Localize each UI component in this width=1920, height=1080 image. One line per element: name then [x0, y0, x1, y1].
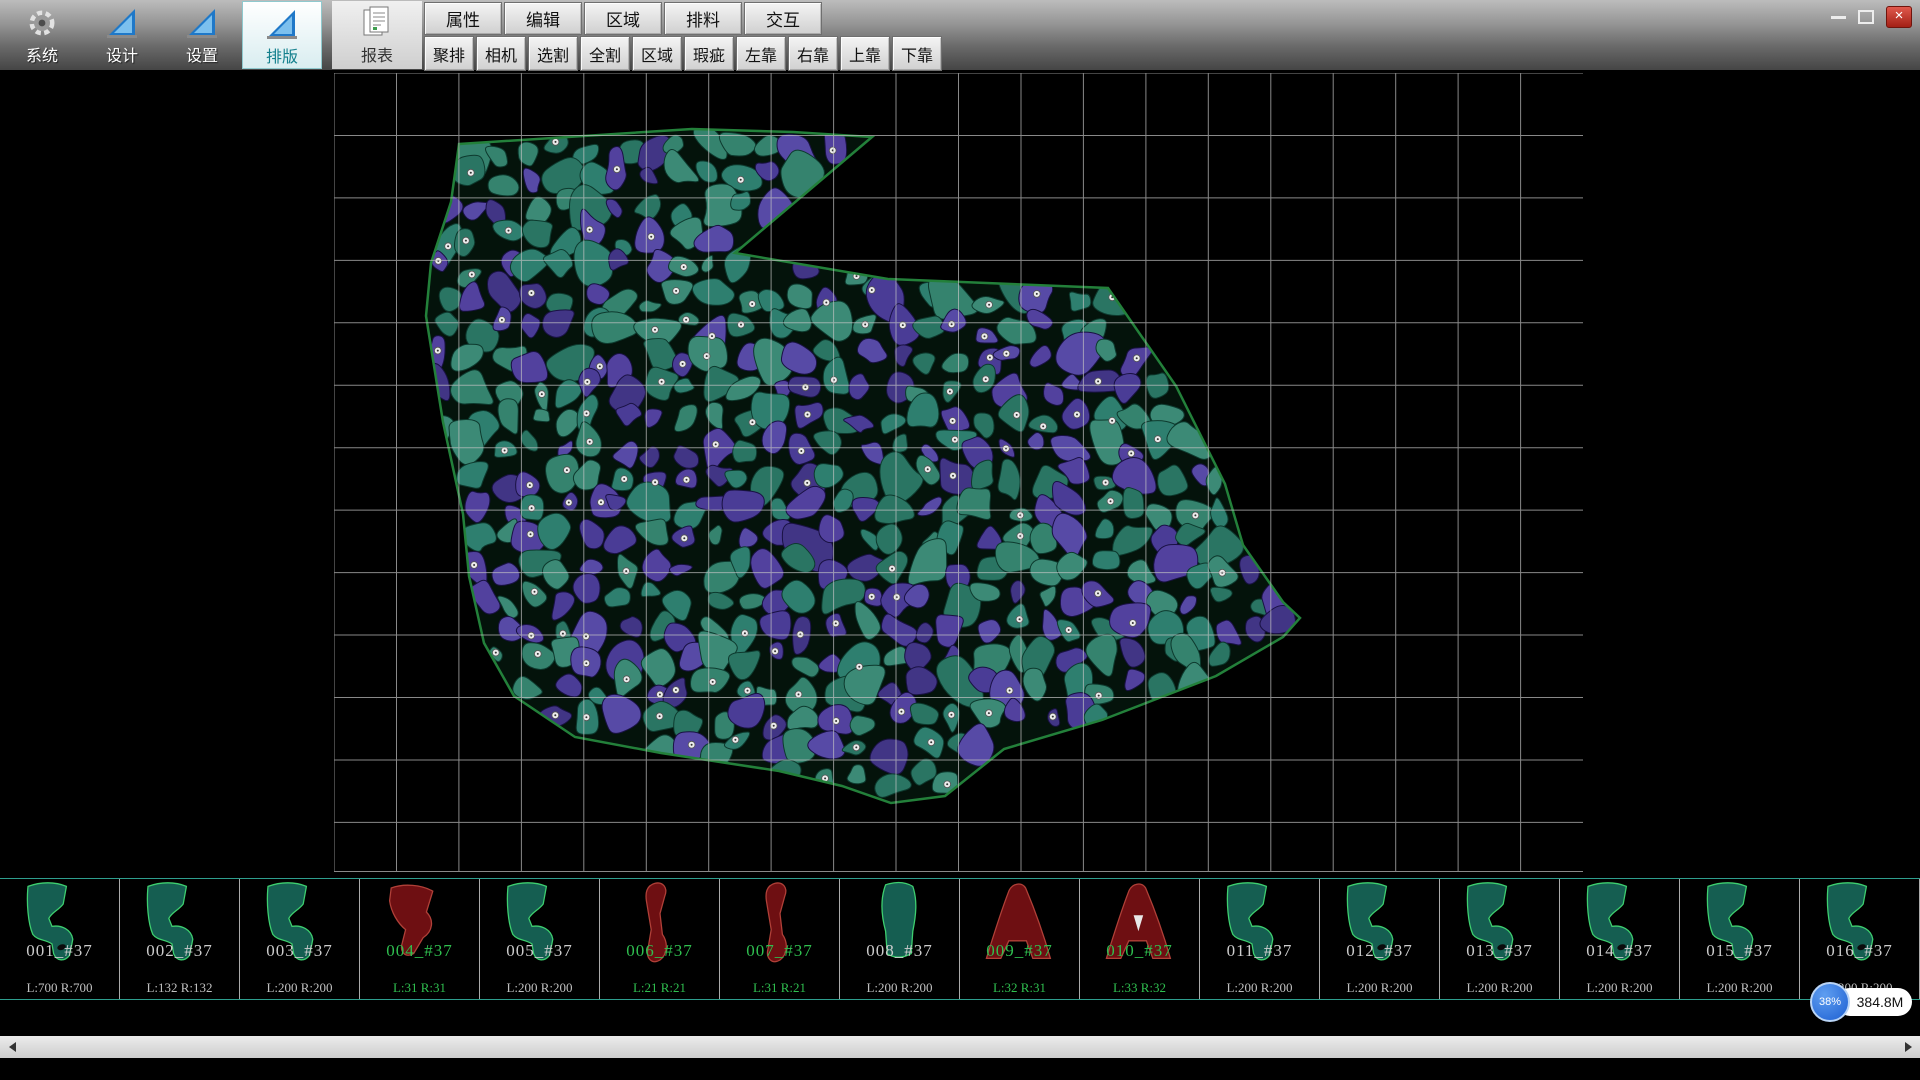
tab-label: 报表 [361, 42, 393, 66]
tab-label: 排版 [266, 43, 298, 67]
part-lr-count: L:32 R:31 [960, 980, 1079, 996]
part-lr-count: L:31 R:21 [720, 980, 839, 996]
app-window: 系统 设计 设置 [0, 0, 1920, 1080]
part-label: 013_#37 [1440, 941, 1559, 961]
part-lr-count: L:200 R:200 [1200, 980, 1319, 996]
menu-row-tools: 聚排 相机 选割 全割 区域 瑕疵 左靠 右靠 上靠 下靠 [424, 36, 942, 71]
gear-icon [24, 5, 60, 41]
tab-label: 设计 [106, 42, 138, 66]
part-cell[interactable]: 002_#37 L:132 R:132 [120, 879, 240, 999]
part-cell[interactable]: 013_#37 L:200 R:200 [1440, 879, 1560, 999]
part-lr-count: L:700 R:700 [0, 980, 119, 996]
part-lr-count: L:200 R:200 [480, 980, 599, 996]
part-lr-count: L:21 R:21 [600, 980, 719, 996]
horizontal-scrollbar[interactable] [0, 1036, 1920, 1058]
part-cell[interactable]: 004_#37 L:31 R:31 [360, 879, 480, 999]
tool-region[interactable]: 区域 [632, 36, 682, 71]
grid-lines [334, 73, 1583, 872]
part-lr-count: L:200 R:200 [840, 980, 959, 996]
part-cell[interactable]: 010_#37 L:33 R:32 [1080, 879, 1200, 999]
window-controls: × [1831, 6, 1912, 28]
tool-cut-all[interactable]: 全割 [580, 36, 630, 71]
tab-layout-active[interactable]: 排版 [242, 1, 322, 69]
part-label: 011_#37 [1200, 941, 1319, 961]
part-cell[interactable]: 007_#37 L:31 R:21 [720, 879, 840, 999]
tab-label: 设置 [186, 42, 218, 66]
parts-strip: 001_#37L:700 R:700002_#37L:132 R:132003_… [0, 878, 1920, 1000]
tool-align-top[interactable]: 上靠 [840, 36, 890, 71]
part-cell[interactable]: 001_#37 L:700 R:700 [0, 879, 120, 999]
part-cell[interactable]: 011_#37 L:200 R:200 [1200, 879, 1320, 999]
part-cell[interactable]: 009_#37 L:32 R:31 [960, 879, 1080, 999]
part-cell[interactable]: 005_#37 L:200 R:200 [480, 879, 600, 999]
tool-align-bottom[interactable]: 下靠 [892, 36, 942, 71]
part-label: 014_#37 [1560, 941, 1679, 961]
part-label: 015_#37 [1680, 941, 1799, 961]
maximize-button[interactable] [1858, 10, 1874, 24]
layout-sail-icon [264, 6, 300, 42]
canvas-area [334, 73, 1583, 872]
part-lr-count: L:200 R:200 [240, 980, 359, 996]
part-label: 012_#37 [1320, 941, 1439, 961]
design-sail-icon [104, 5, 140, 41]
part-label: 007_#37 [720, 941, 839, 961]
part-cell[interactable]: 016_#37L:200 R:200 [1800, 879, 1920, 999]
tool-align-right[interactable]: 右靠 [788, 36, 838, 71]
close-button[interactable]: × [1886, 6, 1912, 28]
scroll-right-button[interactable] [1896, 1036, 1920, 1058]
tab-settings[interactable]: 设置 [162, 1, 242, 69]
tool-select-cut[interactable]: 选割 [528, 36, 578, 71]
tab-report[interactable]: 报表 [332, 1, 422, 69]
toolbar: 系统 设计 设置 [0, 0, 1920, 70]
tab-system[interactable]: 系统 [2, 1, 82, 69]
progress-circle: 38% [1810, 982, 1850, 1022]
part-label: 009_#37 [960, 941, 1079, 961]
memory-badge: 384.8M 38% [1810, 982, 1914, 1022]
part-lr-count: L:33 R:32 [1080, 980, 1199, 996]
menu-properties[interactable]: 属性 [424, 2, 502, 35]
menu-region[interactable]: 区域 [584, 2, 662, 35]
part-label: 010_#37 [1080, 941, 1199, 961]
part-cell[interactable]: 012_#37 L:200 R:200 [1320, 879, 1440, 999]
part-label: 005_#37 [480, 941, 599, 961]
part-label: 006_#37 [600, 941, 719, 961]
part-cell[interactable]: 008_#37 L:200 R:200 [840, 879, 960, 999]
menu-nesting[interactable]: 排料 [664, 2, 742, 35]
part-label: 002_#37 [120, 941, 239, 961]
part-label: 004_#37 [360, 941, 479, 961]
part-lr-count: L:200 R:200 [1440, 980, 1559, 996]
tab-label: 系统 [26, 42, 58, 66]
tool-defect[interactable]: 瑕疵 [684, 36, 734, 71]
part-cell[interactable]: 015_#37 L:200 R:200 [1680, 879, 1800, 999]
part-cell[interactable]: 003_#37 L:200 R:200 [240, 879, 360, 999]
nesting-canvas[interactable] [334, 73, 1583, 872]
part-lr-count: L:132 R:132 [120, 980, 239, 996]
scroll-left-icon [9, 1042, 16, 1052]
tool-cluster-nest[interactable]: 聚排 [424, 36, 474, 71]
minimize-button[interactable] [1831, 16, 1846, 19]
part-label: 001_#37 [0, 941, 119, 961]
part-lr-count: L:200 R:200 [1680, 980, 1799, 996]
tool-camera[interactable]: 相机 [476, 36, 526, 71]
scroll-right-icon [1905, 1042, 1912, 1052]
report-icon [359, 5, 395, 41]
menu-interact[interactable]: 交互 [744, 2, 822, 35]
scroll-left-button[interactable] [0, 1036, 24, 1058]
part-label: 008_#37 [840, 941, 959, 961]
menu-row-primary: 属性 编辑 区域 排料 交互 [424, 2, 822, 35]
part-lr-count: L:31 R:31 [360, 980, 479, 996]
tab-design[interactable]: 设计 [82, 1, 162, 69]
part-lr-count: L:200 R:200 [1560, 980, 1679, 996]
part-cell[interactable]: 014_#37 L:200 R:200 [1560, 879, 1680, 999]
part-cell[interactable]: 006_#37 L:21 R:21 [600, 879, 720, 999]
part-label: 016_#37 [1800, 941, 1919, 961]
main-tab-bar: 系统 设计 设置 [2, 1, 422, 69]
part-lr-count: L:200 R:200 [1320, 980, 1439, 996]
part-label: 003_#37 [240, 941, 359, 961]
tool-align-left[interactable]: 左靠 [736, 36, 786, 71]
settings-sail-icon [184, 5, 220, 41]
menu-edit[interactable]: 编辑 [504, 2, 582, 35]
